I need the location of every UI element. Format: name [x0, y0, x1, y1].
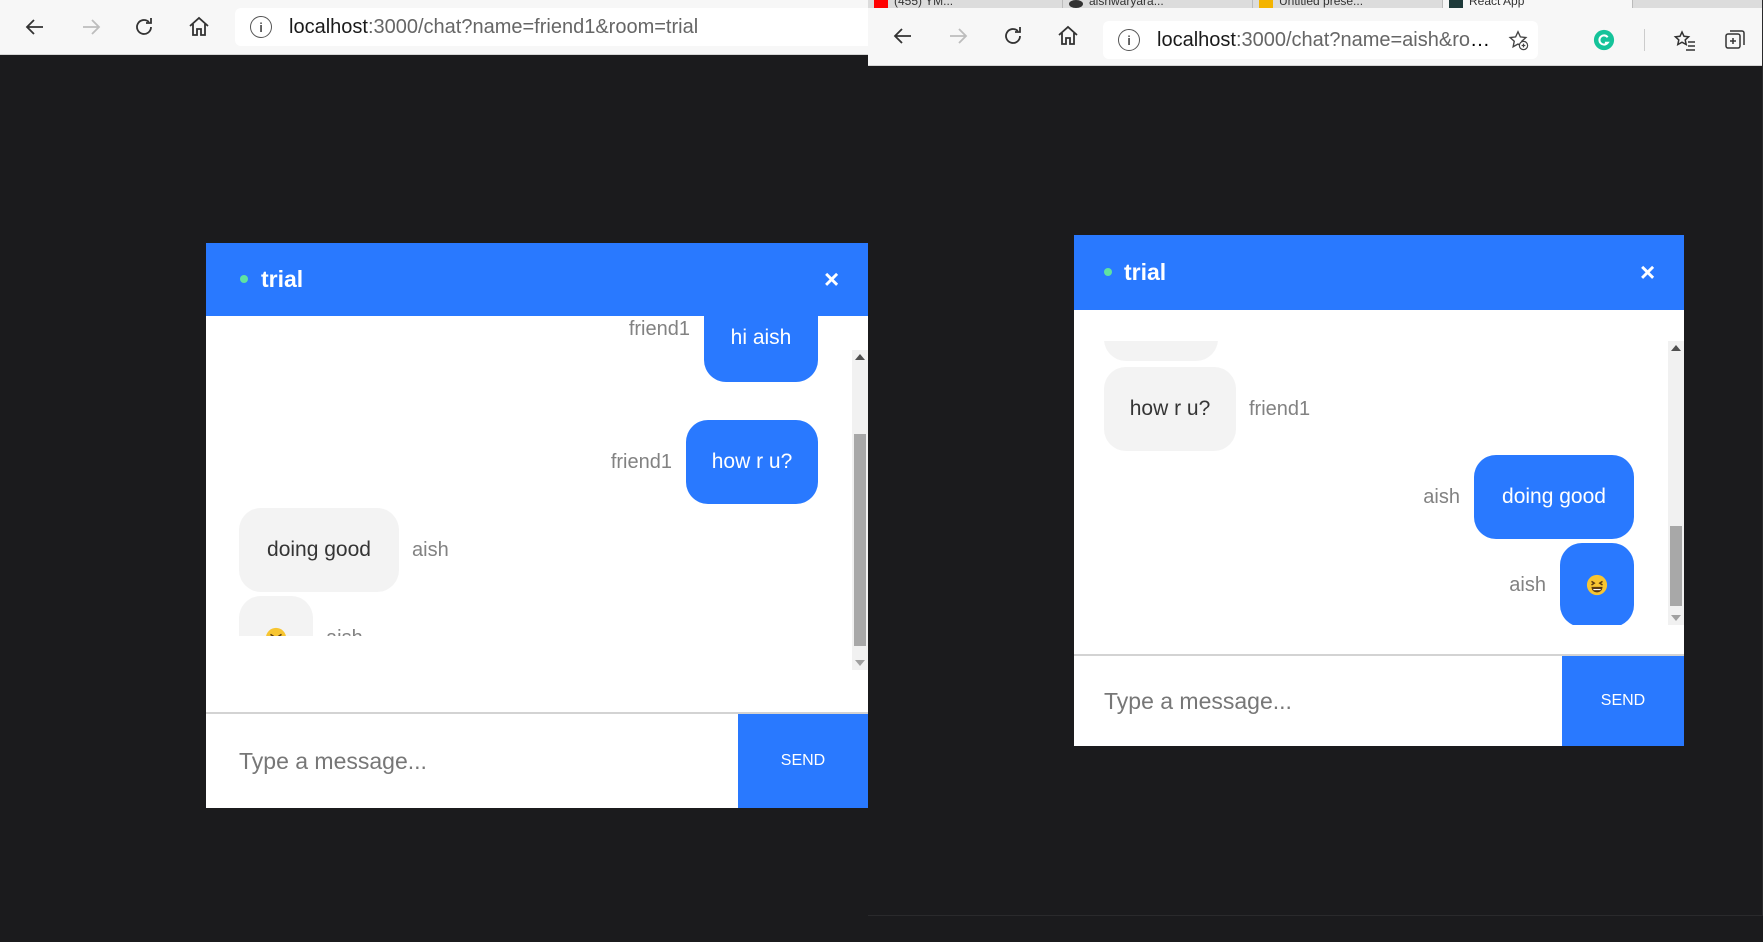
github-icon — [1069, 0, 1083, 8]
info-icon[interactable]: i — [250, 16, 272, 38]
back-icon[interactable] — [16, 8, 54, 46]
list-item: how r u? friend1 — [1104, 367, 1310, 451]
message-bubble: how r u? — [686, 420, 818, 504]
message-sender: aish — [1423, 485, 1460, 508]
scroll-thumb[interactable] — [854, 434, 866, 646]
message-bubble: how r u? — [1104, 367, 1236, 451]
forward-icon[interactable] — [72, 8, 110, 46]
message-composer: SEND — [206, 712, 868, 808]
grammarly-icon[interactable] — [1590, 26, 1618, 54]
online-dot-icon — [240, 275, 248, 283]
scroll-thumb[interactable] — [1670, 526, 1682, 606]
message-sender: friend1 — [628, 317, 690, 340]
favorites-icon[interactable] — [1670, 25, 1700, 55]
url-text[interactable]: localhost:3000/chat?name=aish&room... — [1157, 29, 1498, 52]
grinning-squinting-face-icon — [1586, 574, 1608, 596]
tab-github[interactable]: aishwaryara... — [1063, 0, 1253, 8]
add-favorite-icon[interactable] — [1498, 29, 1538, 51]
slides-icon — [1259, 0, 1273, 8]
scroll-down-icon[interactable] — [1671, 615, 1681, 621]
message-bubble — [1560, 543, 1634, 625]
browser-toolbar: i localhost:3000/chat?name=aish&room... — [868, 8, 1762, 66]
message-list[interactable]: how r u? friend1 aish doing good aish — [1074, 341, 1684, 625]
message-list[interactable]: friend1 hi aish friend1 how r u? doing g… — [206, 316, 868, 636]
browser-window-friend1: i localhost:3000/chat?name=friend1&room=… — [0, 0, 875, 942]
message-sender: aish — [326, 627, 363, 637]
react-icon — [1449, 0, 1463, 8]
chat-header: trial × — [1074, 235, 1684, 310]
chat-header: trial × — [206, 243, 868, 316]
list-item: doing good aish — [239, 508, 449, 592]
list-item: friend1 hi aish — [629, 316, 818, 382]
tab-slides[interactable]: Untitled prese... — [1253, 0, 1443, 8]
message-bubble: hi aish — [704, 316, 818, 382]
chat-panel: trial × how r u? friend1 aish doing good… — [1074, 235, 1684, 746]
message-bubble: doing good — [239, 508, 399, 592]
chat-panel: trial × friend1 hi aish friend1 how r u?… — [206, 243, 868, 808]
browser-toolbar: i localhost:3000/chat?name=friend1&room=… — [0, 0, 875, 55]
youtube-icon — [874, 0, 888, 8]
back-icon[interactable] — [884, 17, 922, 55]
message-composer: SEND — [1074, 654, 1684, 746]
message-bubble-partial — [1104, 341, 1218, 361]
tab-youtube[interactable]: (455) YM... — [868, 0, 1063, 8]
message-scrollbar[interactable] — [852, 350, 868, 670]
send-button[interactable]: SEND — [738, 714, 868, 808]
list-item: aish — [1509, 543, 1634, 625]
message-sender: aish — [412, 538, 449, 561]
room-name: trial — [261, 266, 304, 292]
scroll-down-icon[interactable] — [855, 660, 865, 666]
message-bubble — [239, 596, 313, 636]
home-icon[interactable] — [1049, 17, 1087, 55]
close-icon[interactable]: × — [1640, 259, 1655, 285]
address-bar[interactable]: i localhost:3000/chat?name=friend1&room=… — [235, 8, 875, 46]
home-icon[interactable] — [180, 8, 218, 46]
list-item: aish — [239, 596, 363, 636]
grinning-squinting-face-icon — [266, 627, 286, 636]
address-bar[interactable]: i localhost:3000/chat?name=aish&room... — [1103, 21, 1538, 59]
online-dot-icon — [1104, 268, 1112, 276]
refresh-icon[interactable] — [994, 17, 1032, 55]
scroll-up-icon[interactable] — [855, 354, 865, 360]
send-button[interactable]: SEND — [1562, 656, 1684, 746]
message-sender: friend1 — [610, 450, 672, 473]
url-text[interactable]: localhost:3000/chat?name=friend1&room=tr… — [289, 16, 698, 39]
message-bubble: doing good — [1474, 455, 1634, 539]
toolbar-divider — [1644, 29, 1645, 51]
message-scrollbar[interactable] — [1668, 341, 1684, 625]
scroll-up-icon[interactable] — [1671, 345, 1681, 351]
info-icon[interactable]: i — [1118, 29, 1140, 51]
message-input[interactable] — [1074, 656, 1562, 746]
message-input[interactable] — [206, 714, 738, 808]
list-item: friend1 how r u? — [611, 420, 818, 504]
tab-react-app[interactable]: React App — [1443, 0, 1633, 8]
collections-icon[interactable] — [1720, 25, 1750, 55]
list-item: aish doing good — [1423, 455, 1634, 539]
tab-strip: (455) YM... aishwaryara... Untitled pres… — [868, 0, 1762, 8]
message-sender: aish — [1509, 573, 1546, 596]
room-name: trial — [1124, 259, 1167, 285]
refresh-icon[interactable] — [125, 8, 163, 46]
browser-window-aish: (455) YM... aishwaryara... Untitled pres… — [868, 0, 1763, 916]
forward-icon[interactable] — [939, 17, 977, 55]
close-icon[interactable]: × — [824, 266, 839, 292]
message-sender: friend1 — [1249, 397, 1311, 420]
